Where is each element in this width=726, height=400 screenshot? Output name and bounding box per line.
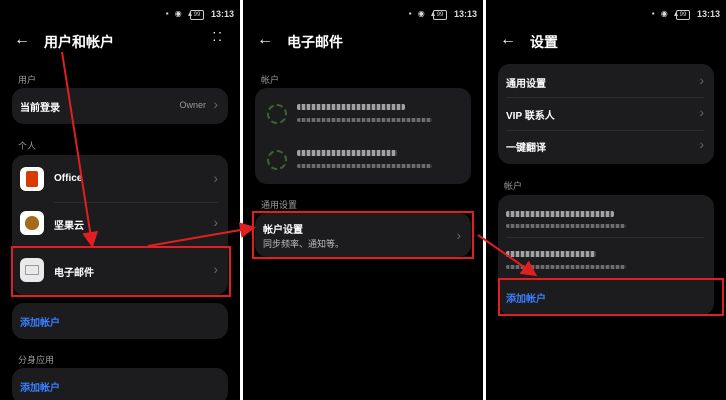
section-user: 用户: [18, 75, 37, 85]
settings-item-label: VIP 联系人: [506, 111, 555, 122]
section-accounts: 帐户: [504, 181, 523, 191]
nut-cloud-icon: [20, 211, 44, 235]
settings-item-vip[interactable]: VIP 联系人 ›: [498, 96, 714, 132]
status-bar: ▪ ◉ ▴ 99 13:13: [0, 8, 240, 22]
redacted-email: [297, 104, 405, 110]
redacted-email: [506, 251, 596, 257]
back-arrow-icon[interactable]: ←: [500, 30, 516, 50]
divider: [506, 237, 704, 238]
add-account-link: 添加帐户: [20, 318, 60, 329]
chevron-right-icon: ›: [699, 104, 704, 120]
email-account-row[interactable]: [498, 199, 714, 235]
email-screen: ▪ ◉ ▴ 99 13:13 ← 电子邮件 帐户 通用设置 帐户设置 同步频率、…: [243, 0, 483, 400]
current-login-card[interactable]: 当前登录 Owner ›: [12, 88, 228, 124]
settings-screen: ▪ ◉ ▴ 99 13:13 ← 设置 通用设置 › VIP 联系人 › 一键翻…: [486, 0, 726, 400]
page-title: 设置: [530, 34, 558, 50]
settings-item-general[interactable]: 通用设置 ›: [498, 64, 714, 100]
chevron-right-icon: ›: [213, 214, 218, 230]
page-title: 电子邮件: [287, 34, 343, 50]
status-time: 13:13: [453, 9, 477, 19]
status-time: 13:13: [210, 9, 234, 19]
settings-card: 通用设置 › VIP 联系人 › 一键翻译 ›: [498, 64, 714, 164]
redacted-email: [506, 211, 614, 217]
email-accounts-card: [255, 88, 471, 184]
add-account-card[interactable]: 添加帐户: [12, 303, 228, 339]
back-arrow-icon[interactable]: ←: [14, 30, 30, 50]
status-bar: ▪ ◉ ▴ 99 13:13: [486, 8, 726, 22]
chevron-right-icon: ›: [699, 72, 704, 88]
chevron-right-icon: ›: [213, 170, 218, 186]
redacted-email-detail: [506, 265, 626, 269]
settings-item-label: 通用设置: [506, 79, 546, 90]
more-icon[interactable]: ⁚⁚: [212, 30, 224, 44]
redacted-email-detail: [506, 224, 626, 228]
add-account-link-2: 添加帐户: [20, 383, 60, 394]
section-general: 通用设置: [261, 200, 298, 210]
account-avatar-icon: [267, 104, 287, 124]
email-account-row[interactable]: [498, 241, 714, 277]
highlight-box-account-settings: [252, 211, 474, 259]
account-row-nutstore[interactable]: 坚果云 ›: [12, 206, 228, 242]
account-label: Office: [54, 173, 83, 184]
battery-icon: 99: [676, 10, 690, 20]
current-login-value: Owner: [179, 100, 206, 110]
office-icon: [20, 167, 44, 191]
section-clone: 分身应用: [18, 355, 55, 365]
back-arrow-icon[interactable]: ←: [257, 30, 273, 50]
redacted-email: [297, 150, 397, 156]
section-accounts: 帐户: [261, 75, 280, 85]
highlight-box-email: [11, 246, 231, 297]
add-account-card-2[interactable]: 添加帐户: [12, 368, 228, 400]
settings-item-translate[interactable]: 一键翻译 ›: [498, 128, 714, 164]
page-title: 用户和帐户: [44, 34, 114, 50]
current-login-label: 当前登录: [20, 103, 60, 114]
status-bar: ▪ ◉ ▴ 99 13:13: [243, 8, 483, 22]
status-time: 13:13: [696, 9, 720, 19]
email-account-row[interactable]: [255, 138, 471, 182]
account-row-office[interactable]: Office ›: [12, 162, 228, 198]
section-personal: 个人: [18, 141, 37, 151]
redacted-email-detail: [297, 164, 432, 168]
chevron-right-icon: ›: [213, 96, 218, 112]
redacted-email-detail: [297, 118, 432, 122]
highlight-box-add-account: [498, 278, 724, 316]
battery-icon: 99: [190, 10, 204, 20]
user-accounts-screen: ▪ ◉ ▴ 99 13:13 ← 用户和帐户 ⁚⁚ 用户 当前登录 Owner …: [0, 0, 240, 400]
battery-icon: 99: [433, 10, 447, 20]
settings-item-label: 一键翻译: [506, 143, 546, 154]
divider: [54, 202, 218, 203]
chevron-right-icon: ›: [699, 136, 704, 152]
account-avatar-icon: [267, 150, 287, 170]
email-account-row[interactable]: [255, 92, 471, 136]
account-label: 坚果云: [54, 221, 84, 232]
